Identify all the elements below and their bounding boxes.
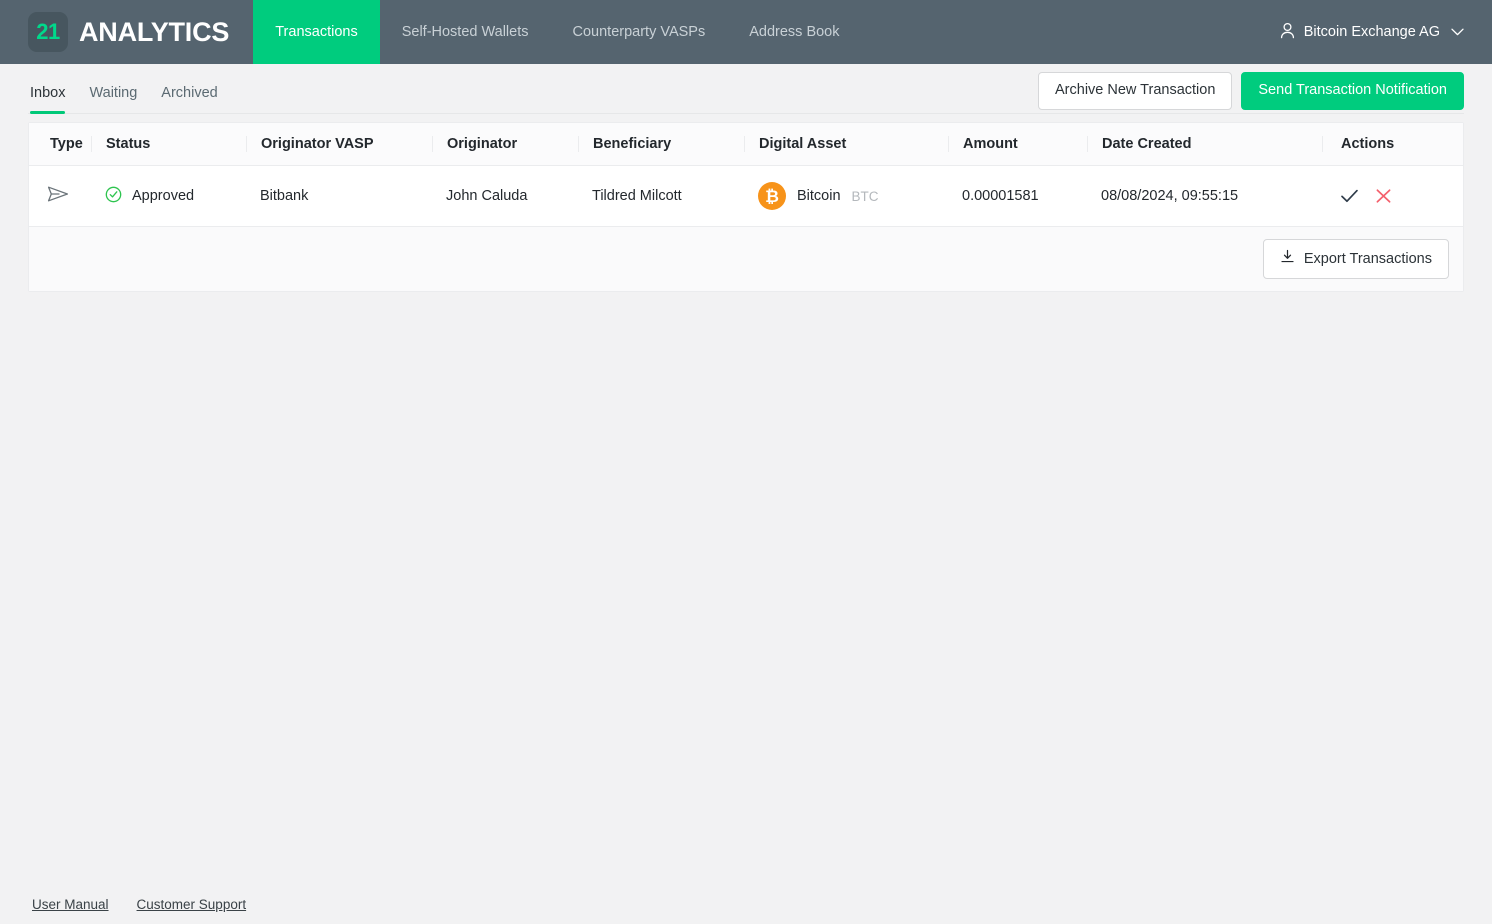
export-transactions-button[interactable]: Export Transactions <box>1263 239 1449 279</box>
tab-waiting[interactable]: Waiting <box>77 64 149 122</box>
cell-beneficiary: Tildred Milcott <box>578 166 744 227</box>
cell-type <box>29 166 91 227</box>
transactions-card: Type Status Originator VASP Originator B… <box>28 122 1464 292</box>
tab-archived[interactable]: Archived <box>149 64 229 122</box>
footer-link-user-manual[interactable]: User Manual <box>32 897 109 912</box>
asset-symbol: BTC <box>852 189 879 204</box>
table-row[interactable]: Approved Bitbank John Caluda Tildred Mil… <box>29 166 1463 227</box>
nav-item-address-book[interactable]: Address Book <box>727 0 861 64</box>
check-icon[interactable] <box>1340 188 1359 204</box>
table-head: Type Status Originator VASP Originator B… <box>29 123 1463 166</box>
transactions-table: Type Status Originator VASP Originator B… <box>29 123 1463 227</box>
nav-item-counterparty-vasps[interactable]: Counterparty VASPs <box>551 0 728 64</box>
column-header-originator: Originator <box>432 123 578 166</box>
tabs-divider <box>28 113 1464 114</box>
column-header-actions: Actions <box>1322 123 1463 166</box>
table-body: Approved Bitbank John Caluda Tildred Mil… <box>29 166 1463 227</box>
asset-name: Bitcoin <box>797 188 841 204</box>
cell-amount: 0.00001581 <box>948 166 1087 227</box>
close-icon[interactable] <box>1375 188 1392 204</box>
check-circle-icon <box>105 186 122 207</box>
send-outline-icon <box>47 184 69 204</box>
export-transactions-label: Export Transactions <box>1304 251 1432 268</box>
cell-digital-asset: ₿ Bitcoin BTC <box>744 166 948 227</box>
nav-item-transactions[interactable]: Transactions <box>253 0 379 64</box>
cell-actions <box>1322 166 1463 227</box>
download-icon <box>1280 249 1295 269</box>
column-header-date-created: Date Created <box>1087 123 1322 166</box>
account-name: Bitcoin Exchange AG <box>1304 24 1440 40</box>
user-icon <box>1280 22 1295 43</box>
cell-originator: John Caluda <box>432 166 578 227</box>
send-transaction-notification-button[interactable]: Send Transaction Notification <box>1241 72 1464 109</box>
cell-date-created: 08/08/2024, 09:55:15 <box>1087 166 1322 227</box>
logo-icon: 21 <box>28 12 68 52</box>
column-header-beneficiary: Beneficiary <box>578 123 744 166</box>
column-header-status: Status <box>91 123 246 166</box>
status-badge: Approved <box>132 188 194 204</box>
cell-status: Approved <box>91 166 246 227</box>
cell-originator-vasp: Bitbank <box>246 166 432 227</box>
subheader-actions: Archive New Transaction Send Transaction… <box>1038 72 1464 113</box>
nav-items: Transactions Self-Hosted Wallets Counter… <box>253 0 861 64</box>
archive-new-transaction-button[interactable]: Archive New Transaction <box>1038 72 1232 109</box>
top-navbar: 21 ANALYTICS Transactions Self-Hosted Wa… <box>0 0 1492 64</box>
column-header-type: Type <box>29 123 91 166</box>
app-root: 21 ANALYTICS Transactions Self-Hosted Wa… <box>0 0 1492 924</box>
footer-link-customer-support[interactable]: Customer Support <box>137 897 247 912</box>
tabs: Inbox Waiting Archived <box>28 64 230 122</box>
table-header-row: Type Status Originator VASP Originator B… <box>29 123 1463 166</box>
column-header-amount: Amount <box>948 123 1087 166</box>
column-header-originator-vasp: Originator VASP <box>246 123 432 166</box>
subheader: Inbox Waiting Archived Archive New Trans… <box>0 64 1492 122</box>
navbar-spacer <box>862 0 1268 64</box>
chevron-down-icon <box>1451 24 1464 40</box>
account-menu[interactable]: Bitcoin Exchange AG <box>1268 0 1492 64</box>
nav-item-self-hosted-wallets[interactable]: Self-Hosted Wallets <box>380 0 551 64</box>
brand-name: ANALYTICS <box>79 17 229 48</box>
column-header-digital-asset: Digital Asset <box>744 123 948 166</box>
card-footer: Export Transactions <box>29 227 1463 291</box>
bitcoin-icon: ₿ <box>758 182 786 210</box>
tab-inbox[interactable]: Inbox <box>28 64 77 122</box>
page-footer: User Manual Customer Support <box>0 897 1492 924</box>
brand[interactable]: 21 ANALYTICS <box>0 0 253 64</box>
